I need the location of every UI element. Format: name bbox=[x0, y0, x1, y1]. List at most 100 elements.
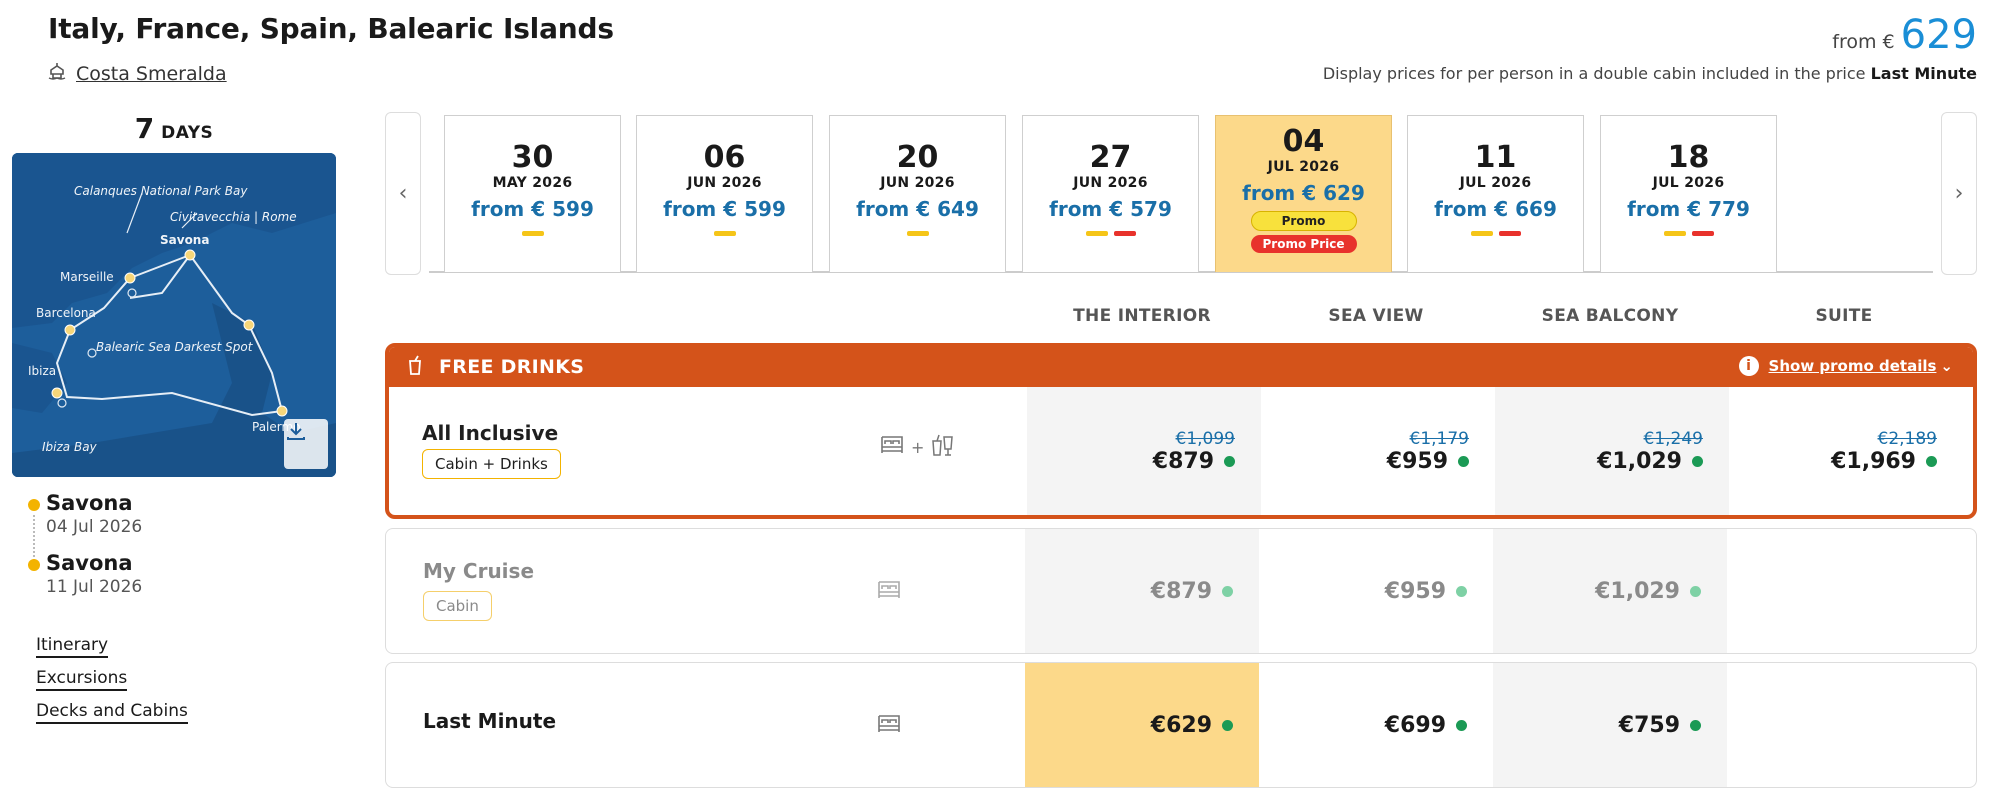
price-cell-sea-balcony[interactable]: €1,249 €1,029 bbox=[1495, 387, 1729, 515]
map-label-calanques: Calanques National Park Bay bbox=[74, 184, 248, 198]
fare-tag: Cabin + Drinks bbox=[422, 449, 561, 479]
current-price-value: €1,029 bbox=[1597, 448, 1682, 474]
date-card[interactable]: 18 JUL 2026 from € 779 bbox=[1600, 115, 1777, 272]
fare-name: All Inclusive bbox=[422, 421, 559, 445]
date-selector: ‹ 30 MAY 2026 from € 599 06 JUN 2026 fro… bbox=[385, 112, 1977, 275]
date-card[interactable]: 20 JUN 2026 from € 649 bbox=[829, 115, 1006, 272]
availability-bar bbox=[1663, 231, 1686, 236]
info-links: Itinerary Excursions Decks and Cabins bbox=[36, 635, 336, 724]
price-cell-suite[interactable]: €2,189 €1,969 bbox=[1729, 387, 1963, 515]
date-card[interactable]: 11 JUL 2026 from € 669 bbox=[1407, 115, 1584, 272]
price-cell-sea-view[interactable]: €699 bbox=[1259, 663, 1493, 787]
show-promo-details-button[interactable]: i Show promo details ⌄ bbox=[1738, 356, 1953, 376]
price-cell-sea-view[interactable]: €1,179 €959 bbox=[1261, 387, 1495, 515]
date-card-selected[interactable]: 04 JUL 2026 from € 629 Promo Promo Price bbox=[1215, 115, 1392, 272]
current-price: €1,029 bbox=[1595, 579, 1701, 604]
ship-name[interactable]: Costa Smeralda bbox=[76, 63, 227, 85]
availability-bars bbox=[637, 231, 812, 236]
ship-link[interactable]: Costa Smeralda bbox=[48, 61, 614, 86]
price-cell-interior[interactable]: €879 bbox=[1025, 529, 1259, 653]
date-month: MAY 2026 bbox=[492, 175, 573, 191]
itinerary-sidebar: 7 DAYS Calanques National Park Bay Civit… bbox=[12, 112, 336, 734]
date-month: JUN 2026 bbox=[880, 175, 955, 191]
date-day: 11 bbox=[1474, 140, 1517, 175]
date-card[interactable]: 27 JUN 2026 from € 579 bbox=[1022, 115, 1199, 272]
from-price: 629 bbox=[1900, 12, 1977, 58]
map-label-marseille: Marseille bbox=[60, 270, 114, 284]
col-suite: SUITE bbox=[1815, 306, 1873, 326]
date-day: 18 bbox=[1667, 140, 1710, 175]
current-price-value: €699 bbox=[1384, 712, 1446, 738]
price-cell-interior[interactable]: €1,099 €879 bbox=[1027, 387, 1261, 515]
departure-date: 04 Jul 2026 bbox=[46, 517, 143, 537]
pin-icon bbox=[28, 499, 40, 511]
current-price-value: €959 bbox=[1384, 578, 1446, 604]
date-month: JUN 2026 bbox=[687, 175, 762, 191]
availability-bar bbox=[713, 231, 736, 236]
current-price-value: €879 bbox=[1150, 578, 1212, 604]
promo-header: FREE DRINKS i Show promo details ⌄ bbox=[389, 347, 1973, 387]
availability-bars bbox=[1023, 231, 1198, 236]
col-sea-balcony: SEA BALCONY bbox=[1541, 306, 1679, 326]
date-price: from € 579 bbox=[1049, 197, 1172, 221]
cabin-type-headers: THE INTERIOR SEA VIEW SEA BALCONY SUITE bbox=[0, 306, 1993, 336]
date-month: JUL 2026 bbox=[1267, 159, 1340, 175]
ship-icon bbox=[48, 61, 66, 86]
current-price: €629 bbox=[1151, 713, 1233, 738]
current-price: €959 bbox=[1385, 579, 1467, 604]
promo-label: FREE DRINKS bbox=[439, 356, 585, 378]
map-label-balearic: Balearic Sea Darkest Spot bbox=[96, 340, 254, 354]
date-price: from € 779 bbox=[1627, 197, 1750, 221]
current-price: €699 bbox=[1385, 713, 1467, 738]
col-sea-view: SEA VIEW bbox=[1328, 306, 1424, 326]
availability-dot bbox=[1692, 455, 1703, 467]
date-month: JUL 2026 bbox=[1652, 175, 1725, 191]
date-price: from € 629 bbox=[1242, 181, 1365, 205]
chevron-left-icon: ‹ bbox=[398, 181, 408, 206]
from-label: from € bbox=[1832, 31, 1895, 53]
fare-row-my-cruise: My Cruise Cabin €879 €959 €1,029 bbox=[385, 528, 1977, 654]
date-month: JUN 2026 bbox=[1073, 175, 1148, 191]
departure-stop: Savona 04 Jul 2026 bbox=[24, 491, 336, 537]
price-cell-interior-selected[interactable]: €629 bbox=[1025, 663, 1259, 787]
current-price: €879 bbox=[1151, 579, 1233, 604]
prev-dates-button[interactable]: ‹ bbox=[385, 112, 421, 275]
date-day: 27 bbox=[1089, 140, 1132, 175]
fare-row-last-minute: Last Minute €629 €699 €759 bbox=[385, 662, 1977, 788]
current-price: €1,029 bbox=[1597, 449, 1703, 474]
price-cell-sea-balcony[interactable]: €759 bbox=[1493, 663, 1727, 787]
drinks-icon bbox=[930, 433, 956, 461]
excursions-link[interactable]: Excursions bbox=[36, 668, 128, 691]
itinerary-link[interactable]: Itinerary bbox=[36, 635, 109, 658]
price-cell-sea-balcony[interactable]: €1,029 bbox=[1493, 529, 1727, 653]
fare-row-all-inclusive: All Inclusive Cabin + Drinks + €1,099 €8… bbox=[389, 387, 1973, 515]
fare-icons: + bbox=[879, 433, 956, 461]
decks-cabins-link[interactable]: Decks and Cabins bbox=[36, 701, 188, 724]
arrival-port: Savona bbox=[46, 551, 133, 575]
fare-name: Last Minute bbox=[423, 709, 557, 733]
old-price: €1,179 bbox=[1409, 428, 1469, 449]
price-note-fare: Last Minute bbox=[1870, 64, 1977, 83]
duration-label: DAYS bbox=[161, 123, 214, 143]
availability-bars bbox=[1601, 231, 1776, 236]
fare-icons bbox=[876, 713, 902, 739]
availability-dot bbox=[1222, 719, 1233, 731]
stops-list: Savona 04 Jul 2026 Savona 11 Jul 2026 bbox=[24, 491, 336, 597]
col-interior: THE INTERIOR bbox=[1073, 306, 1211, 326]
date-price: from € 649 bbox=[856, 197, 979, 221]
next-dates-button[interactable]: › bbox=[1941, 112, 1977, 275]
price-summary: from €629 Display prices for per person … bbox=[1323, 12, 1977, 83]
map-label-ibiza: Ibiza bbox=[28, 364, 56, 378]
download-map-button[interactable] bbox=[284, 419, 328, 469]
map-label-ibiza-bay: Ibiza Bay bbox=[42, 440, 98, 454]
availability-bar bbox=[906, 231, 929, 236]
date-price: from € 599 bbox=[471, 197, 594, 221]
price-cell-sea-view[interactable]: €959 bbox=[1259, 529, 1493, 653]
current-price-value: €1,029 bbox=[1595, 578, 1680, 604]
availability-bar bbox=[1113, 231, 1136, 236]
date-card[interactable]: 06 JUN 2026 from € 599 bbox=[636, 115, 813, 272]
date-price: from € 669 bbox=[1434, 197, 1557, 221]
current-price: €959 bbox=[1387, 449, 1469, 474]
availability-bar bbox=[1470, 231, 1493, 236]
date-card[interactable]: 30 MAY 2026 from € 599 bbox=[444, 115, 621, 272]
